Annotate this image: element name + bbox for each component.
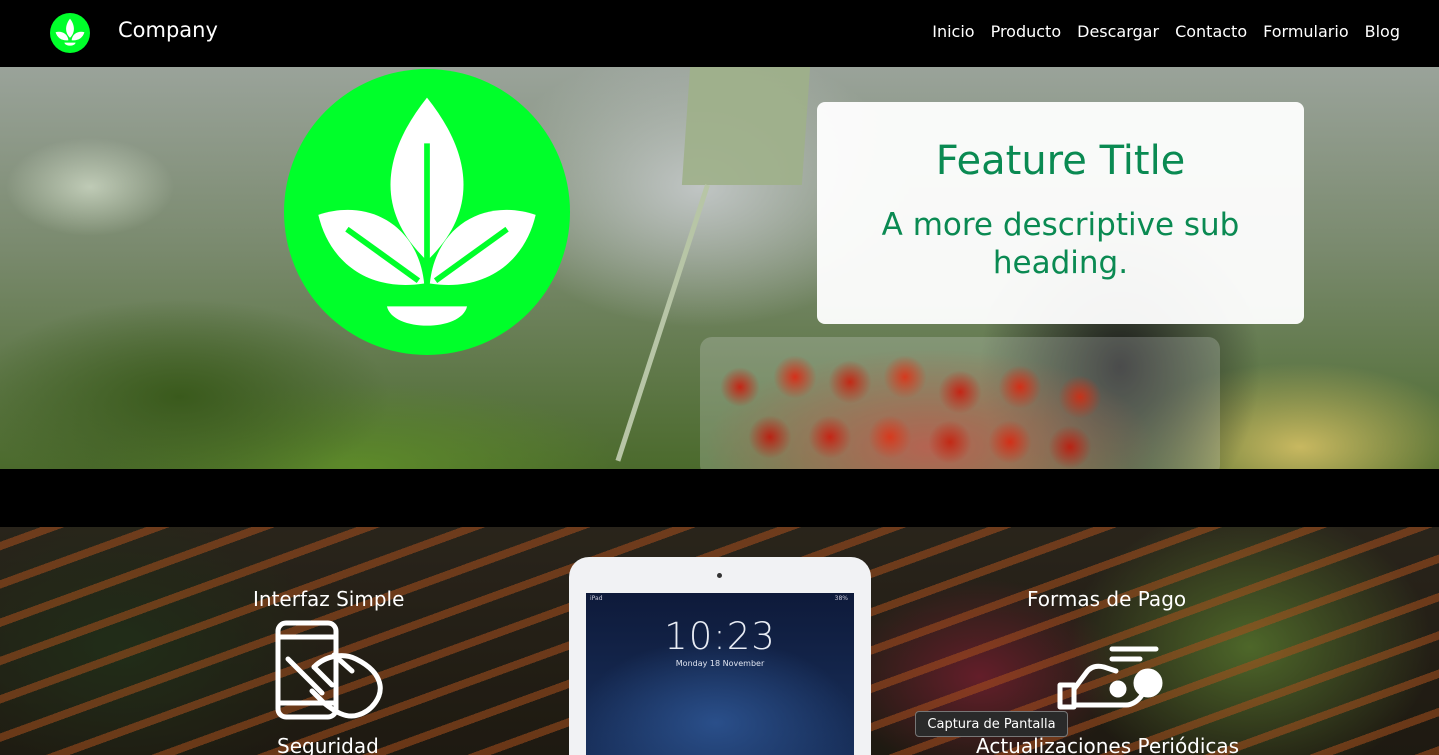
- feature-card: Feature Title A more descriptive sub hea…: [817, 102, 1304, 324]
- nav-link-formulario[interactable]: Formulario: [1263, 22, 1349, 41]
- navbar: Company Inicio Producto Descargar Contac…: [0, 0, 1439, 67]
- tablet-date: Monday 18 November: [675, 659, 765, 668]
- feature-subtitle: A more descriptive sub heading.: [881, 207, 1240, 281]
- hero-background-price-tag: [681, 67, 811, 185]
- hero-leaf-logo-icon: [284, 69, 570, 355]
- feature-item-title: Formas de Pago: [1027, 587, 1187, 611]
- feature-item-title: Interfaz Simple: [253, 587, 405, 611]
- hero-background-stick: [615, 184, 710, 462]
- tablet-camera: [717, 573, 722, 578]
- features-section: Interfaz Simple Seguridad iPad 38% 10:23…: [0, 527, 1439, 755]
- section-divider: [0, 469, 1439, 527]
- hero-section: Feature Title A more descriptive sub hea…: [0, 67, 1439, 469]
- tablet-mockup: iPad 38% 10:23 Monday 18 November: [569, 557, 871, 755]
- tablet-battery: 38%: [834, 595, 848, 602]
- touch-phone-icon: [275, 620, 383, 720]
- nav-link-blog[interactable]: Blog: [1365, 22, 1400, 41]
- feature-title: Feature Title: [935, 138, 1186, 184]
- hero-background-tomatoes: [700, 337, 1220, 469]
- tablet-carrier: iPad: [590, 595, 603, 602]
- tooltip: Captura de Pantalla: [915, 711, 1068, 737]
- tablet-screen: iPad 38% 10:23 Monday 18 November: [586, 593, 854, 755]
- nav-link-inicio[interactable]: Inicio: [932, 22, 974, 41]
- leaf-logo-icon[interactable]: [49, 13, 91, 53]
- nav-link-producto[interactable]: Producto: [991, 22, 1062, 41]
- nav-link-descargar[interactable]: Descargar: [1077, 22, 1159, 41]
- payment-hand-icon: [1057, 646, 1163, 710]
- nav-link-contacto[interactable]: Contacto: [1175, 22, 1247, 41]
- brand-name[interactable]: Company: [118, 18, 218, 42]
- main-nav: Inicio Producto Descargar Contacto Formu…: [932, 22, 1400, 41]
- tablet-clock: 10:23: [664, 615, 776, 658]
- feature-item-title: Seguridad: [277, 734, 379, 755]
